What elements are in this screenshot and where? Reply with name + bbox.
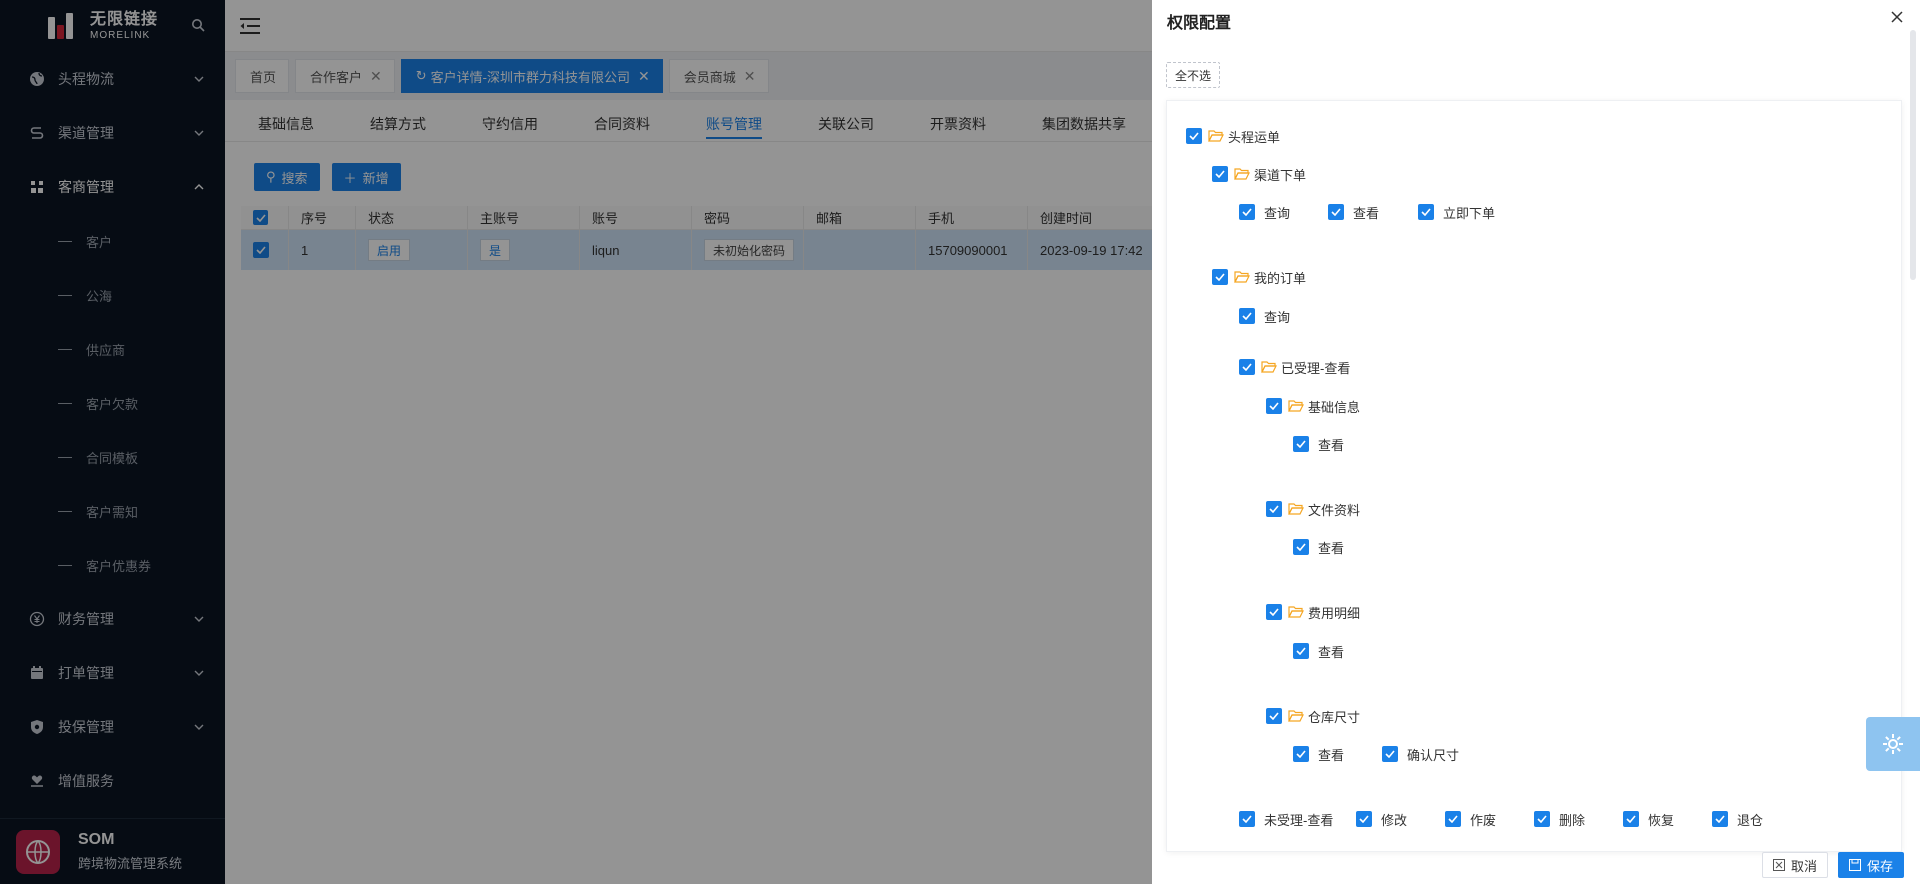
tree-node-return-warehouse[interactable]: 退仓	[1712, 809, 1763, 829]
tree-label: 查看	[1318, 747, 1345, 763]
tree-label: 恢复	[1648, 812, 1675, 828]
tree-label: 我的订单	[1254, 270, 1307, 286]
tree-node-file-view[interactable]: 查看	[1293, 537, 1344, 557]
tree-node-my-orders[interactable]: 我的订单	[1212, 267, 1306, 287]
checkbox[interactable]	[1534, 811, 1550, 827]
folder-open-icon	[1288, 400, 1304, 412]
cancel-button[interactable]: 取消	[1761, 852, 1828, 878]
tree-node-channel-view[interactable]: 查看	[1328, 202, 1379, 222]
close-icon[interactable]	[1890, 10, 1904, 24]
tree-node-basic-view[interactable]: 查看	[1293, 434, 1344, 454]
tree-node-wh-confirm[interactable]: 确认尺寸	[1382, 744, 1459, 764]
tree-label: 仓库尺寸	[1308, 709, 1361, 725]
checkbox[interactable]	[1356, 811, 1372, 827]
checkbox[interactable]	[1712, 811, 1728, 827]
tree-node-restore[interactable]: 恢复	[1623, 809, 1674, 829]
tree-node-wh-view[interactable]: 查看	[1293, 744, 1344, 764]
tree-label: 查看	[1318, 540, 1345, 556]
tree-label: 渠道下单	[1254, 167, 1307, 183]
checkbox[interactable]	[1623, 811, 1639, 827]
tree-node-unaccepted-view[interactable]: 未受理-查看	[1239, 809, 1333, 829]
tree-label: 头程运单	[1228, 129, 1281, 145]
tree-label: 作废	[1470, 812, 1497, 828]
checkbox[interactable]	[1239, 308, 1255, 324]
permission-drawer: 权限配置 全不选 头程运单 渠道下单 查询 查看 立即下单 我的订单 查询 已受…	[1152, 0, 1920, 884]
tree-node-delete[interactable]: 删除	[1534, 809, 1585, 829]
tree-node-channel-query[interactable]: 查询	[1239, 202, 1290, 222]
checkbox[interactable]	[1212, 269, 1228, 285]
tree-label: 基础信息	[1308, 399, 1361, 415]
tree-label: 查询	[1264, 205, 1291, 221]
save-icon	[1848, 859, 1861, 871]
checkbox[interactable]	[1418, 204, 1434, 220]
tree-label: 删除	[1559, 812, 1586, 828]
modal-overlay[interactable]	[0, 0, 1152, 884]
tree-node-channel-order-now[interactable]: 立即下单	[1418, 202, 1495, 222]
drawer-footer: 取消 保存	[1761, 852, 1904, 878]
tree-node-fee-view[interactable]: 查看	[1293, 641, 1344, 661]
checkbox[interactable]	[1293, 539, 1309, 555]
save-button[interactable]: 保存	[1837, 852, 1904, 878]
tree-label: 查询	[1264, 309, 1291, 325]
folder-open-icon	[1208, 130, 1224, 142]
checkbox[interactable]	[1266, 604, 1282, 620]
tree-node-root[interactable]: 头程运单	[1186, 126, 1280, 146]
tree-node-modify[interactable]: 修改	[1356, 809, 1407, 829]
tree-label: 文件资料	[1308, 502, 1361, 518]
permission-tree: 头程运单 渠道下单 查询 查看 立即下单 我的订单 查询 已受理-查看 基础信息…	[1166, 100, 1902, 852]
tree-label: 未受理-查看	[1264, 812, 1334, 828]
tree-node-void[interactable]: 作废	[1445, 809, 1496, 829]
checkbox[interactable]	[1239, 811, 1255, 827]
checkbox[interactable]	[1212, 166, 1228, 182]
tree-label: 查看	[1318, 644, 1345, 660]
save-button-label: 保存	[1866, 858, 1893, 874]
folder-open-icon	[1234, 271, 1250, 283]
checkbox[interactable]	[1239, 359, 1255, 375]
tree-node-my-query[interactable]: 查询	[1239, 306, 1290, 326]
checkbox[interactable]	[1186, 128, 1202, 144]
tree-node-channel-order[interactable]: 渠道下单	[1212, 164, 1306, 184]
tree-label: 修改	[1381, 812, 1408, 828]
tree-label: 确认尺寸	[1407, 747, 1460, 763]
close-square-icon	[1772, 859, 1785, 871]
tree-label: 立即下单	[1443, 205, 1496, 221]
tree-node-file-docs[interactable]: 文件资料	[1266, 499, 1360, 519]
checkbox[interactable]	[1266, 501, 1282, 517]
folder-open-icon	[1261, 361, 1277, 373]
tree-label: 已受理-查看	[1281, 360, 1351, 376]
cancel-button-label: 取消	[1790, 858, 1817, 874]
drawer-scrollbar[interactable]	[1910, 30, 1916, 280]
checkbox[interactable]	[1328, 204, 1344, 220]
tree-node-warehouse-size[interactable]: 仓库尺寸	[1266, 706, 1360, 726]
tree-label: 费用明细	[1308, 605, 1361, 621]
folder-open-icon	[1288, 503, 1304, 515]
tree-node-accepted-view[interactable]: 已受理-查看	[1239, 357, 1350, 377]
select-none-button[interactable]: 全不选	[1166, 62, 1221, 88]
folder-open-icon	[1288, 710, 1304, 722]
gear-icon	[1883, 734, 1903, 754]
checkbox[interactable]	[1266, 398, 1282, 414]
checkbox[interactable]	[1239, 204, 1255, 220]
checkbox[interactable]	[1382, 746, 1398, 762]
tree-label: 查看	[1353, 205, 1380, 221]
checkbox[interactable]	[1293, 643, 1309, 659]
checkbox[interactable]	[1266, 708, 1282, 724]
tree-label: 退仓	[1737, 812, 1764, 828]
folder-open-icon	[1234, 168, 1250, 180]
drawer-title: 权限配置	[1167, 15, 1232, 32]
checkbox[interactable]	[1445, 811, 1461, 827]
checkbox[interactable]	[1293, 436, 1309, 452]
settings-button[interactable]	[1866, 717, 1920, 771]
tree-node-basic-info[interactable]: 基础信息	[1266, 396, 1360, 416]
folder-open-icon	[1288, 606, 1304, 618]
tree-label: 查看	[1318, 437, 1345, 453]
checkbox[interactable]	[1293, 746, 1309, 762]
tree-node-fee-detail[interactable]: 费用明细	[1266, 602, 1360, 622]
